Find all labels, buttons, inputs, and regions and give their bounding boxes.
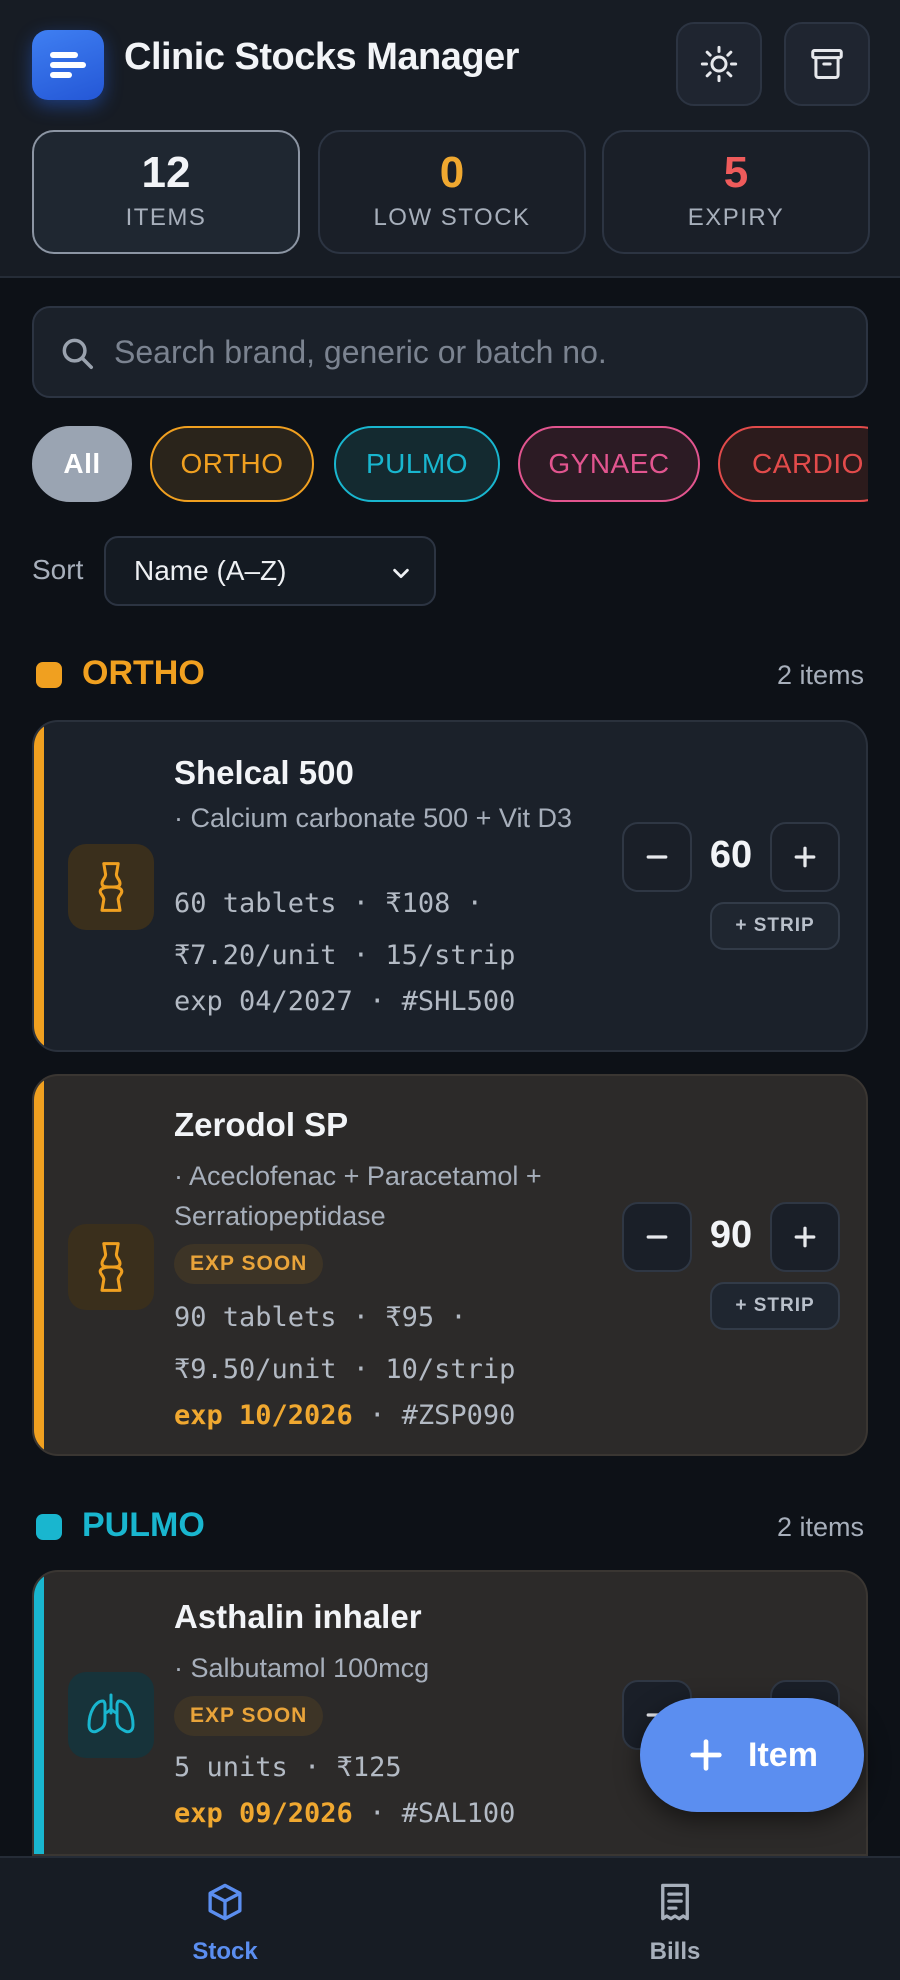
medicine-name: Asthalin inhaler: [174, 1598, 422, 1635]
add-item-button[interactable]: Item: [640, 1698, 864, 1812]
medicine-name: Shelcal 500: [174, 754, 354, 791]
search-box: [32, 306, 868, 398]
sun-icon: [700, 45, 738, 83]
section-title: PULMO: [82, 1506, 205, 1544]
category-filter-row: All ORTHO PULMO GYNAEC CARDIO: [32, 424, 868, 504]
app-logo-icon: [32, 30, 104, 100]
stat-items[interactable]: 12 ITEMS: [32, 130, 300, 254]
filter-chip-pulmo[interactable]: PULMO: [334, 426, 500, 502]
section-header-ortho: ORTHO 2 items: [32, 648, 868, 698]
lungs-icon: [68, 1672, 154, 1758]
section-color-dot: [36, 1514, 62, 1540]
medicine-expiry-batch: exp 10/2026 · #ZSP090: [174, 1400, 515, 1431]
filter-chip-cardio[interactable]: CARDIO: [718, 426, 868, 502]
medicine-stock-price: 90 tablets · ₹95 ·: [174, 1302, 467, 1333]
increment-button[interactable]: [770, 1202, 840, 1272]
decrement-button[interactable]: [622, 822, 692, 892]
medicine-card[interactable]: Shelcal 500 · Calcium carbonate 500 + Vi…: [32, 720, 868, 1052]
medicine-card[interactable]: Zerodol SP · Aceclofenac + Paracetamol +…: [32, 1074, 868, 1456]
nav-tab-stock[interactable]: Stock: [0, 1858, 450, 1980]
medicine-generic: · Aceclofenac + Paracetamol + Serratiope…: [174, 1161, 542, 1231]
expiry-date: exp 09/2026: [174, 1798, 353, 1829]
quantity-value: 90: [709, 1214, 753, 1256]
stat-low-stock[interactable]: 0 LOW STOCK: [318, 130, 586, 254]
sort-label: Sort: [32, 554, 84, 585]
section-header-pulmo: PULMO 2 items: [32, 1500, 868, 1550]
decrement-button[interactable]: [622, 1202, 692, 1272]
medicine-expiry-batch: exp 04/2027 · #SHL500: [174, 986, 515, 1017]
minus-icon: [646, 855, 668, 859]
expiry-soon-badge: EXP SOON: [174, 1696, 324, 1736]
nav-tab-bills[interactable]: Bills: [450, 1858, 900, 1980]
plus-icon: [794, 1226, 816, 1248]
bone-icon: [68, 1224, 154, 1310]
top-bar: Clinic Stocks Manager 12 ITEMS 0 LOW STO…: [0, 0, 900, 278]
plus-icon: [794, 846, 816, 868]
receipt-icon: [661, 1883, 689, 1921]
expiry-soon-badge: EXP SOON: [174, 1244, 324, 1284]
section-count: 2 items: [776, 660, 864, 690]
batch-number: · #ZSP090: [352, 1400, 516, 1431]
quantity-value: 60: [709, 834, 753, 876]
batch-number: · #SAL100: [352, 1798, 516, 1829]
add-item-label: Item: [748, 1735, 818, 1774]
bottom-navigation: Stock Bills: [0, 1856, 900, 1980]
section-title: ORTHO: [82, 654, 205, 692]
filter-chip-gynaec[interactable]: GYNAEC: [518, 426, 700, 502]
archive-button[interactable]: [784, 22, 870, 106]
nav-label: Stock: [192, 1938, 258, 1965]
sort-selected-value: Name (A–Z): [134, 555, 287, 586]
bone-icon: [68, 844, 154, 930]
chevron-down-icon: [393, 568, 409, 579]
search-input[interactable]: [114, 308, 854, 396]
stat-expiry[interactable]: 5 EXPIRY: [602, 130, 870, 254]
section-count: 2 items: [776, 1512, 864, 1542]
batch-number: · #SHL500: [352, 986, 516, 1017]
expiry-date: exp 04/2027: [174, 986, 353, 1017]
medicine-stock-price: 5 units · ₹125: [174, 1752, 402, 1783]
filter-chip-ortho[interactable]: ORTHO: [150, 426, 314, 502]
section-color-dot: [36, 662, 62, 688]
expiry-date: exp 10/2026: [174, 1400, 353, 1431]
increment-button[interactable]: [770, 822, 840, 892]
archive-icon: [811, 49, 843, 79]
nav-label: Bills: [649, 1938, 701, 1965]
box-icon: [208, 1883, 242, 1921]
medicine-name: Zerodol SP: [174, 1106, 349, 1143]
sort-select[interactable]: Name (A–Z): [104, 536, 436, 606]
medicine-unit-strip: ₹9.50/unit · 10/strip: [174, 1354, 516, 1385]
medicine-generic: · Salbutamol 100mcg: [174, 1653, 430, 1683]
medicine-generic: · Calcium carbonate 500 + Vit D3: [174, 803, 572, 833]
medicine-stock-price: 60 tablets · ₹108 ·: [174, 888, 483, 919]
filter-chip-all[interactable]: All: [32, 426, 132, 502]
add-strip-button[interactable]: + STRIP: [710, 1282, 840, 1330]
add-strip-button[interactable]: + STRIP: [710, 902, 840, 950]
minus-icon: [646, 1235, 668, 1239]
plus-icon: [690, 1739, 722, 1771]
search-icon: [62, 338, 93, 369]
app-title: Clinic Stocks Manager: [124, 36, 519, 78]
medicine-unit-strip: ₹7.20/unit · 15/strip: [174, 940, 516, 971]
medicine-expiry-batch: exp 09/2026 · #SAL100: [174, 1798, 515, 1829]
theme-toggle-button[interactable]: [676, 22, 762, 106]
